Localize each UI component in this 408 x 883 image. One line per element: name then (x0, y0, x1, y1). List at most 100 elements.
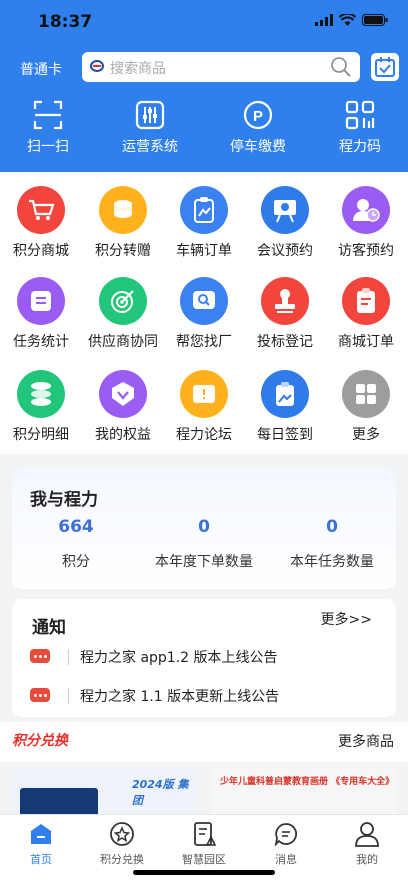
grid-label: 商城订单 (338, 334, 394, 350)
grid-points-detail[interactable]: 积分明细 (1, 370, 81, 444)
grid-label: 供应商协同 (88, 334, 158, 350)
product-caption: 2024版 集团 (132, 778, 189, 807)
notice-item-text: 程力之家 app1.2 版本上线公告 (80, 650, 278, 666)
grid-meeting-booking[interactable]: 会议预约 (245, 186, 325, 260)
list-icon (31, 291, 51, 311)
brand-logo-icon (90, 60, 104, 72)
status-bar: 18:37 (0, 0, 408, 44)
grid-label: 程力论坛 (176, 427, 232, 443)
tab-smart-park[interactable]: 智慧园区 (164, 821, 244, 867)
stat-value: 664 (58, 517, 94, 537)
grid-vehicle-orders[interactable]: 车辆订单 (164, 186, 244, 260)
home-indicator (133, 870, 275, 875)
grid-bid-registration[interactable]: 投标登记 (245, 277, 325, 351)
more-products-link[interactable]: 更多商品 (338, 731, 394, 751)
product-card[interactable]: 少年儿童科普启蒙教育画册 《专用车大全》 (212, 768, 396, 816)
quick-qr-code[interactable]: 程力码 (320, 96, 400, 156)
notice-card: 通知 更多>> 程力之家 app1.2 版本上线公告 程力之家 1.1 版本更新… (12, 599, 396, 717)
projector-icon (274, 200, 296, 223)
stat-annual-tasks[interactable]: 0 本年任务数量 (268, 517, 396, 571)
stat-label: 积分 (62, 554, 90, 570)
quick-actions: 扫一扫 运营系统 P 停车缴费 程力码 (0, 96, 408, 166)
notice-item-text: 程力之家 1.1 版本更新上线公告 (80, 689, 280, 705)
tab-label: 智慧园区 (182, 853, 226, 866)
product-card[interactable]: 2024版 集团 (12, 768, 196, 816)
grid-mall-orders[interactable]: 商城订单 (326, 277, 406, 351)
grid-find-factory[interactable]: 帮您找厂 (164, 277, 244, 351)
search-placeholder: 搜索商品 (110, 61, 166, 77)
tab-home[interactable]: 首页 (1, 821, 81, 867)
qr-code-icon (345, 100, 375, 130)
quick-qr-code-label: 程力码 (339, 139, 381, 155)
scan-icon (33, 100, 63, 130)
quick-operations-label: 运营系统 (122, 139, 178, 155)
parking-icon: P (243, 100, 273, 130)
stat-value: 0 (326, 517, 338, 537)
status-time: 18:37 (38, 12, 93, 32)
clipboard-icon (194, 197, 214, 223)
my-summary-card: 我与程力 664 积分 0 本年度下单数量 0 本年任务数量 (12, 467, 396, 589)
points-exchange-header: 积分兑换 更多商品 (0, 722, 408, 762)
quick-operations[interactable]: 运营系统 (110, 96, 190, 156)
svg-text:P: P (253, 108, 263, 125)
tab-label: 我的 (356, 853, 378, 866)
tab-label: 首页 (30, 853, 52, 866)
message-dots-icon (30, 649, 50, 663)
grid-label: 访客预约 (338, 243, 394, 259)
battery-icon (362, 14, 388, 26)
tab-label: 积分兑换 (100, 853, 144, 866)
grid-label: 会议预约 (257, 243, 313, 259)
grid-label: 积分商城 (13, 243, 69, 259)
database-icon (31, 382, 51, 406)
tab-label: 消息 (275, 853, 297, 866)
wifi-icon (339, 14, 356, 26)
message-dots-icon (30, 688, 50, 702)
tab-points-exchange[interactable]: 积分兑换 (82, 821, 162, 867)
grid-visitor-booking[interactable]: 访客预约 (326, 186, 406, 260)
tab-profile[interactable]: 我的 (327, 821, 407, 867)
stat-annual-orders[interactable]: 0 本年度下单数量 (140, 517, 268, 571)
grid-supplier-collab[interactable]: 供应商协同 (83, 277, 163, 351)
more-grid-icon (356, 384, 376, 404)
grid-label: 帮您找厂 (176, 334, 232, 350)
product-caption: 少年儿童科普启蒙教育画册 《专用车大全》 (220, 777, 395, 787)
stat-points[interactable]: 664 积分 (12, 517, 140, 571)
grid-label: 每日签到 (257, 427, 313, 443)
order-icon (357, 288, 375, 313)
search-input[interactable]: 搜索商品 (82, 52, 360, 82)
star-icon (110, 822, 134, 846)
grid-points-transfer[interactable]: 积分转赠 (83, 186, 163, 260)
grid-points-mall[interactable]: 积分商城 (1, 186, 81, 260)
grid-label: 车辆订单 (176, 243, 232, 259)
quick-parking[interactable]: P 停车缴费 (218, 96, 298, 156)
notice-item[interactable]: 程力之家 app1.2 版本上线公告 (28, 645, 388, 669)
grid-label: 我的权益 (95, 427, 151, 443)
grid-daily-checkin[interactable]: 每日签到 (245, 370, 325, 444)
grid-my-benefits[interactable]: 我的权益 (83, 370, 163, 444)
tab-messages[interactable]: 消息 (246, 821, 326, 867)
signal-icon (315, 14, 333, 26)
feature-grid: 积分商城 积分转赠 车辆订单 会议预约 访客预约 任务统计 供应商协同 帮您找厂… (0, 172, 408, 454)
grid-label: 任务统计 (13, 334, 69, 350)
product-image (20, 788, 98, 816)
grid-more[interactable]: 更多 (326, 370, 406, 444)
membership-card-type[interactable]: 普通卡 (20, 59, 62, 79)
grid-label: 积分明细 (13, 427, 69, 443)
calendar-check-icon (375, 57, 395, 77)
notice-item[interactable]: 程力之家 1.1 版本更新上线公告 (28, 684, 388, 708)
badge-icon (112, 382, 134, 406)
quick-scan[interactable]: 扫一扫 (8, 96, 88, 156)
checkin-icon (276, 382, 294, 406)
grid-label: 更多 (352, 427, 380, 443)
stat-value: 0 (198, 517, 210, 537)
notice-more-link[interactable]: 更多>> (321, 609, 372, 629)
header: 18:37 普通卡 搜索商品 扫一扫 运营系统 P 停车缴费 程力码 (0, 0, 408, 172)
home-icon (31, 824, 51, 844)
cart-icon (29, 199, 55, 220)
grid-task-stats[interactable]: 任务统计 (1, 277, 81, 351)
calendar-checkin-button[interactable] (371, 53, 399, 81)
search-icon[interactable] (330, 56, 352, 78)
quick-scan-label: 扫一扫 (27, 139, 69, 155)
grid-forum[interactable]: 程力论坛 (164, 370, 244, 444)
quick-parking-label: 停车缴费 (230, 139, 286, 155)
